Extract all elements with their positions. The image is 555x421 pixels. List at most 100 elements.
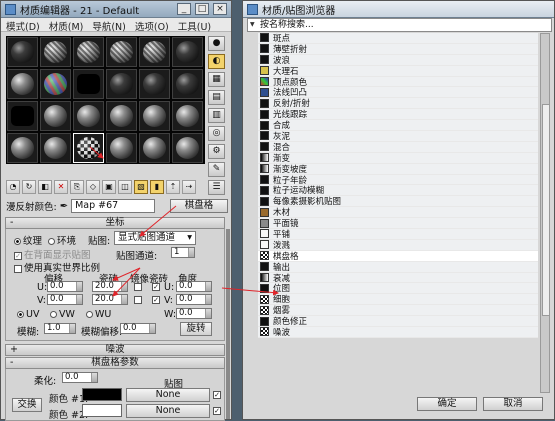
sample-slot[interactable] <box>106 69 137 99</box>
checker-params-rollout-header[interactable]: - 棋盘格参数 <box>5 357 225 369</box>
v-offset-spinner[interactable]: 0.0 <box>47 294 83 305</box>
noise-rollout-header[interactable]: + 噪波 <box>5 344 225 356</box>
map-list-item[interactable]: 混合 <box>258 141 538 153</box>
map-list-item[interactable]: 灰泥 <box>258 131 538 142</box>
sample-slot[interactable] <box>40 37 71 67</box>
sample-slot[interactable] <box>139 69 170 99</box>
reset-map-icon[interactable]: ✕ <box>54 180 68 194</box>
get-material-icon[interactable]: ◔ <box>6 180 20 194</box>
go-forward-to-sibling-icon[interactable]: ⇢ <box>182 180 196 194</box>
v-tiling-spinner[interactable]: 20.0 <box>92 294 128 305</box>
sample-slot[interactable] <box>106 133 137 163</box>
menu-utilities[interactable]: 工具(U) <box>178 19 211 33</box>
rotate-button[interactable]: 旋转 <box>180 322 212 336</box>
select-by-material-icon[interactable]: ✎ <box>208 162 225 177</box>
show-map-in-viewport-icon[interactable]: ▧ <box>134 180 148 194</box>
mapping-dropdown[interactable]: 显式贴图通道 ▾ <box>114 231 196 245</box>
sample-slot[interactable] <box>139 101 170 131</box>
map-list-item[interactable]: 噪波 <box>258 327 538 338</box>
sample-slot[interactable] <box>106 37 137 67</box>
go-to-parent-icon[interactable]: ⇡ <box>166 180 180 194</box>
sample-slot[interactable] <box>7 133 38 163</box>
soften-spinner[interactable]: 0.0 <box>62 372 98 383</box>
map-list-item[interactable]: 平面镜 <box>258 218 538 229</box>
show-map-on-back-checkbox[interactable]: ✓ 在背面显示贴图 <box>14 247 91 261</box>
video-color-check-icon[interactable]: ▥ <box>208 108 225 123</box>
map-list-item[interactable]: 细胞 <box>258 294 538 305</box>
map-name-field[interactable]: Map #67 <box>71 199 156 213</box>
color2-map-checkbox[interactable]: ✓ <box>213 405 223 416</box>
menu-mode[interactable]: 模式(D) <box>6 19 40 33</box>
sample-slot-active[interactable] <box>73 133 104 163</box>
u-tiling-spinner[interactable]: 20.0 <box>92 281 128 292</box>
color1-swatch[interactable] <box>82 388 122 401</box>
backlight-icon[interactable]: ◐ <box>208 54 225 69</box>
make-copy-icon[interactable]: ⎘ <box>70 180 84 194</box>
material-map-navigator-icon[interactable]: ☰ <box>208 180 225 195</box>
map-list-item[interactable]: 每像素摄影机贴图 <box>258 196 538 207</box>
sample-slot[interactable] <box>7 69 38 99</box>
v-tile-checkbox[interactable]: ✓ <box>152 294 162 305</box>
map-list-item[interactable]: 合成 <box>258 120 538 131</box>
maximize-button[interactable]: □ <box>195 3 209 15</box>
v-mirror-checkbox[interactable] <box>134 294 144 305</box>
search-by-name-input[interactable]: 按名称搜索... <box>247 18 552 32</box>
ok-button[interactable]: 确定 <box>417 397 477 411</box>
sample-slot[interactable] <box>172 133 203 163</box>
u-angle-spinner[interactable]: 0.0 <box>176 281 212 292</box>
wu-radio[interactable]: WU <box>86 309 111 320</box>
swap-button[interactable]: 交换 <box>12 398 42 412</box>
menu-navigation[interactable]: 导航(N) <box>92 19 126 33</box>
sample-slot[interactable] <box>106 101 137 131</box>
sample-slot[interactable] <box>172 37 203 67</box>
sample-slot[interactable] <box>40 69 71 99</box>
sample-type-icon[interactable]: ● <box>208 36 225 51</box>
map-list-item[interactable]: 木材 <box>258 207 538 218</box>
put-to-scene-icon[interactable]: ↻ <box>22 180 36 194</box>
color1-map-button[interactable]: None <box>126 388 210 402</box>
map-list-item[interactable]: 棋盘格 <box>258 250 538 262</box>
uv-radio[interactable]: UV <box>17 309 39 320</box>
make-unique-icon[interactable]: ◇ <box>86 180 100 194</box>
put-to-library-icon[interactable]: ▣ <box>102 180 116 194</box>
map-list-item[interactable]: 输出 <box>258 261 538 273</box>
sample-slot[interactable] <box>73 37 104 67</box>
sample-slot[interactable] <box>139 133 170 163</box>
map-list-item[interactable]: 泼溅 <box>258 239 538 251</box>
background-icon[interactable]: ▦ <box>208 72 225 87</box>
color2-map-button[interactable]: None <box>126 404 210 418</box>
u-tile-checkbox[interactable]: ✓ <box>152 281 162 292</box>
vw-radio[interactable]: VW <box>50 309 75 320</box>
assign-to-selection-icon[interactable]: ◧ <box>38 180 52 194</box>
sample-slot[interactable] <box>172 69 203 99</box>
map-list-item[interactable]: 薄壁折射 <box>258 43 538 55</box>
sample-slot[interactable] <box>7 37 38 67</box>
sample-slot[interactable] <box>172 101 203 131</box>
u-offset-spinner[interactable]: 0.0 <box>47 281 83 292</box>
map-list-item[interactable]: 光线跟踪 <box>258 109 538 120</box>
map-type-button[interactable]: 棋盘格 <box>170 199 228 213</box>
sample-slot[interactable] <box>73 101 104 131</box>
material-editor-titlebar[interactable]: 材质编辑器 - 21 - Default _ □ × <box>1 1 231 18</box>
sample-slot[interactable] <box>73 69 104 99</box>
map-list-item[interactable]: 波浪 <box>258 54 538 66</box>
panel-scrollbar[interactable] <box>226 229 230 419</box>
show-end-result-icon[interactable]: ▮ <box>150 180 164 194</box>
color2-swatch[interactable] <box>82 404 122 417</box>
sample-slot[interactable] <box>7 101 38 131</box>
u-mirror-checkbox[interactable] <box>134 281 144 292</box>
map-list-item[interactable]: 平铺 <box>258 229 538 240</box>
menu-options[interactable]: 选项(O) <box>135 19 169 33</box>
sample-slot[interactable] <box>40 133 71 163</box>
uv-tiling-icon[interactable]: ▤ <box>208 90 225 105</box>
map-channel-spinner[interactable]: 1 <box>171 247 195 258</box>
blur-spinner[interactable]: 1.0 <box>44 323 76 334</box>
color1-map-checkbox[interactable]: ✓ <box>213 389 223 400</box>
coordinates-rollout-header[interactable]: - 坐标 <box>5 217 225 229</box>
blur-offset-spinner[interactable]: 0.0 <box>120 323 156 334</box>
v-angle-spinner[interactable]: 0.0 <box>176 294 212 305</box>
map-list-item[interactable]: 颜色修正 <box>258 316 538 327</box>
menu-material[interactable]: 材质(M) <box>49 19 84 33</box>
map-list-item[interactable]: 衰减 <box>258 272 538 284</box>
sample-slot[interactable] <box>139 37 170 67</box>
